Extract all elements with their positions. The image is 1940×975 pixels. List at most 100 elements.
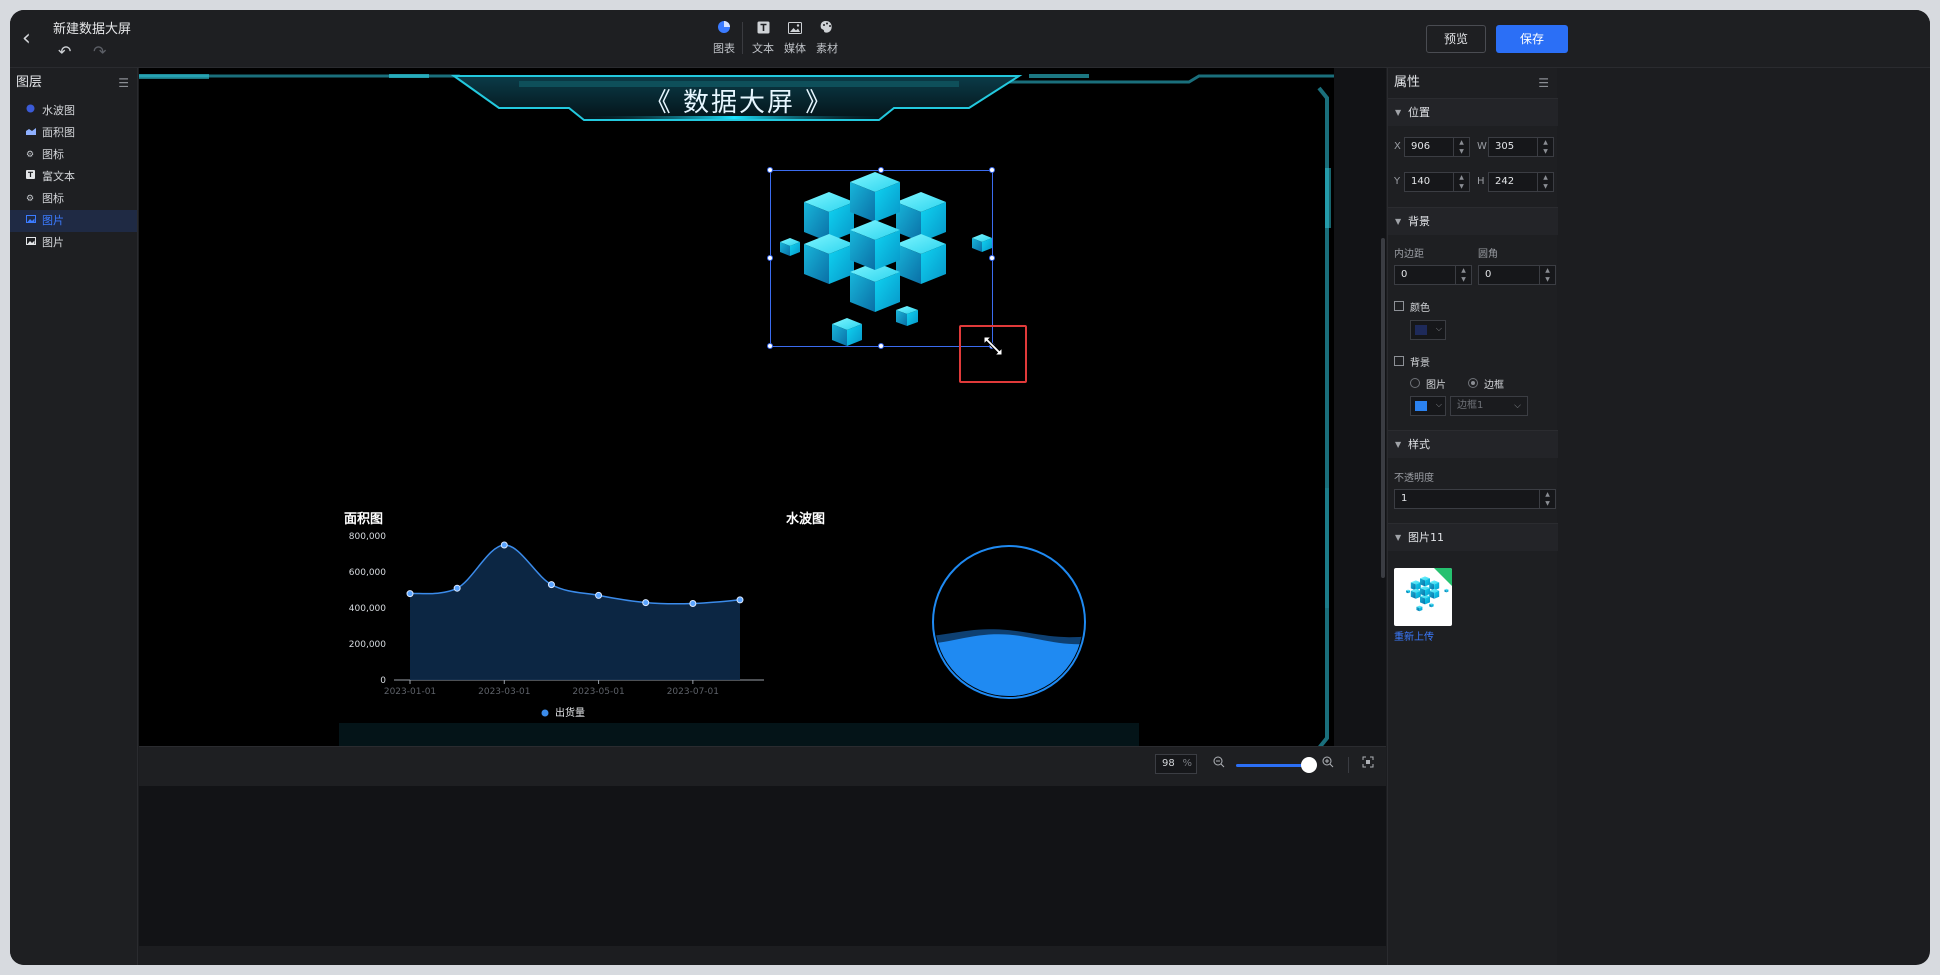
dashboard-screen[interactable]: 《 数据大屏 》 面积图 800,000 600,000 400,000 200… [139,68,1334,758]
x-stepper[interactable]: ▲ ▼ [1453,138,1469,156]
layer-item-richtext[interactable]: 富文本 [10,166,137,188]
section-background-label: 背景 [1408,215,1430,228]
section-background[interactable]: ▼ 背景 [1388,207,1558,235]
editor-canvas-area[interactable]: 《 数据大屏 》 面积图 800,000 600,000 400,000 200… [139,68,1386,946]
tool-material-label: 素材 [816,42,838,55]
front-wave [935,634,1083,696]
w-input[interactable]: 305 ▲ ▼ [1488,137,1554,157]
y-stepper[interactable]: ▲ ▼ [1453,173,1469,191]
icon-glyph: ⚙ [26,194,35,204]
data-point [406,590,414,598]
padding-value: 0 [1401,269,1408,280]
resize-handle[interactable] [989,167,995,173]
document-title[interactable]: 新建数据大屏 [53,18,131,37]
palette-icon [807,20,847,40]
opacity-label: 不透明度 [1394,473,1434,484]
image-thumbnail[interactable] [1394,568,1452,626]
background-checkbox[interactable] [1394,356,1404,366]
back-arrow-icon[interactable]: ‹ [22,28,42,50]
reupload-link[interactable]: 重新上传 [1394,628,1434,643]
layer-label: 图片 [42,236,64,249]
data-point [500,541,508,549]
chevron-down-icon: ⌵ [1435,400,1442,409]
radio-image-label: 图片 [1426,380,1446,391]
resize-handle[interactable] [767,343,773,349]
app-window: ‹ 新建数据大屏 ↶ ↷ 图表 文本 媒体 素材 预览 保存 图层 ☰ 水波图 … [10,10,1930,965]
fit-screen-icon[interactable] [1362,756,1374,771]
color-checkbox[interactable] [1394,301,1404,311]
redo-icon[interactable]: ↷ [93,42,106,61]
layer-label: 面积图 [42,126,75,139]
layer-item-area-chart[interactable]: 面积图 [10,122,137,144]
resize-handle[interactable] [878,343,884,349]
resize-handle[interactable] [767,167,773,173]
section-image-label: 图片11 [1408,531,1444,544]
radio-border[interactable] [1468,378,1478,388]
preview-button[interactable]: 预览 [1426,25,1486,53]
resize-handle[interactable] [767,255,773,261]
layer-item-image-selected[interactable]: 图片 [10,210,137,232]
h-stepper[interactable]: ▲ ▼ [1537,173,1553,191]
border-select[interactable]: 边框1 ⌵ [1450,396,1528,416]
tool-media-label: 媒体 [784,42,806,55]
padding-stepper[interactable]: ▲ ▼ [1455,266,1471,284]
tool-material[interactable]: 素材 [807,20,847,56]
image-icon [26,210,38,232]
section-image[interactable]: ▼ 图片11 [1388,523,1558,551]
properties-header: 属性 ☰ [1388,68,1557,98]
h-input[interactable]: 242 ▲ ▼ [1488,172,1554,192]
x-input[interactable]: 906 ▲ ▼ [1404,137,1470,157]
list-menu-icon[interactable]: ☰ [118,68,129,98]
save-button[interactable]: 保存 [1496,25,1568,53]
zoom-slider-track[interactable] [1236,764,1310,767]
resize-handle[interactable] [878,167,884,173]
tool-chart[interactable]: 图表 [704,20,744,56]
y-tick-label: 600,000 [349,568,386,578]
layer-item-waterwave[interactable]: 水波图 [10,100,137,122]
y-label: Y [1394,176,1401,187]
layer-label: 水波图 [42,104,75,117]
opacity-stepper[interactable]: ▲ ▼ [1539,490,1555,508]
bg-color-picker[interactable]: ⌵ [1410,396,1446,416]
zoom-in-icon[interactable] [1322,756,1334,771]
layer-label: 图片 [42,214,64,227]
list-menu-icon[interactable]: ☰ [1538,68,1549,98]
color-label: 颜色 [1410,303,1430,314]
undo-icon[interactable]: ↶ [58,42,71,61]
text-icon [26,166,38,188]
section-style[interactable]: ▼ 样式 [1388,430,1558,458]
x-tick-label: 2023-05-01 [572,687,624,697]
legend-marker [541,709,549,717]
water-wave-chart[interactable] [929,542,1089,702]
cube-image[interactable] [767,167,995,349]
properties-title: 属性 [1394,75,1421,90]
w-stepper[interactable]: ▲ ▼ [1537,138,1553,156]
area-chart[interactable]: 800,000 600,000 400,000 200,000 02023-01-01 2… [344,520,774,720]
dashboard-title[interactable]: 《 数据大屏 》 [619,82,859,119]
layer-item-icon[interactable]: ⚙ 图标 [10,144,137,166]
zoom-out-icon[interactable] [1213,756,1225,771]
zoom-input[interactable]: 98 % [1155,754,1197,774]
radius-stepper[interactable]: ▲ ▼ [1539,266,1555,284]
water-chart-title[interactable]: 水波图 [786,508,825,527]
h-value: 242 [1495,176,1515,187]
resize-handle[interactable] [989,255,995,261]
zoom-bar: 98 % [139,746,1386,786]
padding-label: 内边距 [1394,249,1424,260]
legend-label: 出货量 [555,706,585,719]
color-picker[interactable]: ⌵ [1410,320,1446,340]
y-input[interactable]: 140 ▲ ▼ [1404,172,1470,192]
padding-input[interactable]: 0 ▲ ▼ [1394,265,1472,285]
layer-item-icon[interactable]: ⚙ 图标 [10,188,137,210]
zoom-slider-thumb[interactable] [1301,757,1317,773]
opacity-input[interactable]: 1 ▲ ▼ [1394,489,1556,509]
layer-item-image[interactable]: 图片 [10,232,137,254]
radius-input[interactable]: 0 ▲ ▼ [1478,265,1556,285]
section-position[interactable]: ▼ 位置 [1388,98,1558,126]
vertical-scrollbar[interactable] [1381,238,1385,578]
layers-panel-header: 图层 ☰ [10,68,137,98]
layers-title: 图层 [16,75,43,90]
chevron-down-icon: ⌵ [1514,401,1521,411]
data-point [736,596,744,604]
radio-image[interactable] [1410,378,1420,388]
